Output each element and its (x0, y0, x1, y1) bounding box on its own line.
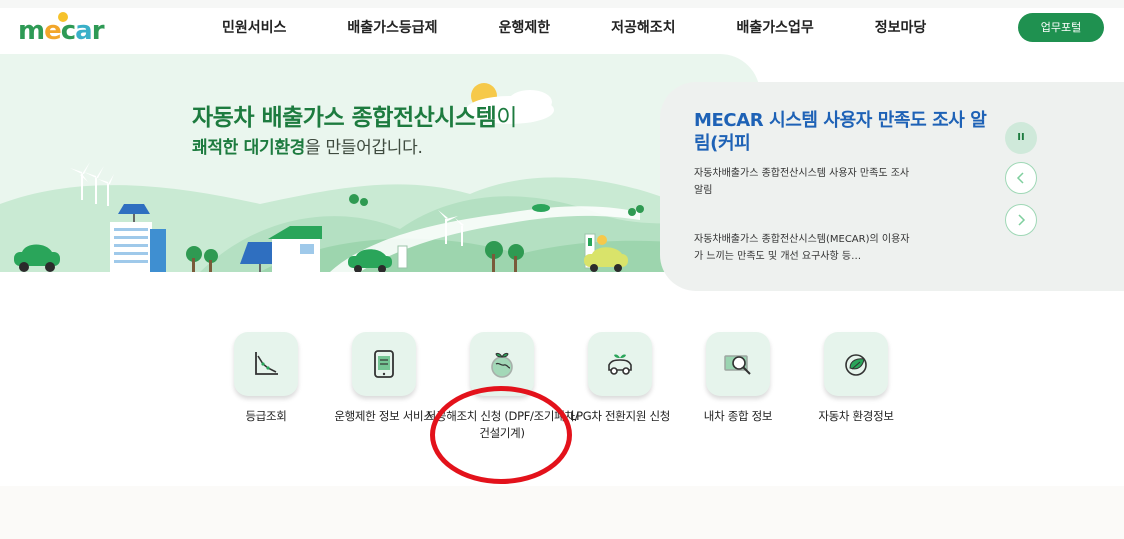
quick-icon-box (234, 332, 298, 396)
notice-body: 자동차배출가스 종합전산시스템(MECAR)의 이용자가 느끼는 만족도 및 개… (694, 234, 910, 262)
notice-summary: 자동차배출가스 종합전산시스템 사용자 만족도 조사 알림 (694, 168, 910, 196)
leaf-badge-icon (845, 354, 867, 376)
money-search-icon (724, 355, 751, 375)
hero-sub-tail: 을 만들어갑니다. (305, 138, 423, 158)
hero-banner: 자동차 배출가스 종합전산시스템이 쾌적한 대기환경을 만들어갑니다. (0, 54, 760, 272)
hero-title-bold: 자동차 배출가스 종합전산시스템 (192, 105, 497, 131)
hero-title: 자동차 배출가스 종합전산시스템이 (192, 98, 517, 132)
eco-car-icon (608, 354, 632, 375)
quick-label: 자동차 환경정보 (818, 409, 894, 423)
quick-icon-box (706, 332, 770, 396)
mecar-logo[interactable]: mecar (18, 12, 118, 48)
globe-plant-icon (491, 352, 513, 378)
logo-text: mecar (18, 16, 105, 46)
footer-band (0, 486, 1124, 539)
nav-item-emission-work[interactable]: 배출가스업무 (737, 8, 814, 54)
nav-item-emission-grade[interactable]: 배출가스등급제 (347, 8, 437, 54)
nav-item-info-plaza[interactable]: 정보마당 (875, 8, 927, 54)
chart-icon (255, 352, 278, 375)
nav-item-low-emission[interactable]: 저공해조치 (611, 8, 675, 54)
work-portal-button[interactable]: 업무포털 (1018, 13, 1104, 42)
quick-icon-box (470, 332, 534, 396)
tablet-icon (374, 350, 394, 378)
hero-title-tail: 이 (496, 105, 517, 131)
top-strip (0, 0, 1124, 8)
chevron-right-icon (1018, 214, 1026, 226)
quick-icon-box (588, 332, 652, 396)
next-button[interactable] (1005, 204, 1037, 236)
site-header: mecar 민원서비스 배출가스등급제 운행제한 저공해조치 배출가스업무 정보… (0, 8, 1124, 54)
notice-panel: MECAR 시스템 사용자 만족도 조사 알림(커피 자동차배출가스 종합전산시… (660, 82, 1124, 291)
quick-icon-box (352, 332, 416, 396)
nav-item-civil-service[interactable]: 민원서비스 (222, 8, 286, 54)
pause-button[interactable]: II (1005, 122, 1037, 154)
hero-subtitle: 쾌적한 대기환경을 만들어갑니다. (192, 133, 423, 158)
quick-menu: 등급조회 운행제한 정보 서비스 저공해조치 신청 (DPF/조기폐차/ 건설기… (0, 330, 1124, 470)
chevron-left-icon (1016, 172, 1024, 184)
prev-button[interactable] (1005, 162, 1037, 194)
quick-icon-box (824, 332, 888, 396)
hero-sub-bold: 쾌적한 대기환경 (192, 138, 305, 158)
nav-item-operation-limit[interactable]: 운행제한 (499, 8, 551, 54)
notice-title[interactable]: MECAR 시스템 사용자 만족도 조사 알림(커피 (694, 109, 994, 155)
main-nav: 민원서비스 배출가스등급제 운행제한 저공해조치 배출가스업무 정보마당 (190, 8, 926, 54)
hero-illustration (0, 83, 760, 272)
